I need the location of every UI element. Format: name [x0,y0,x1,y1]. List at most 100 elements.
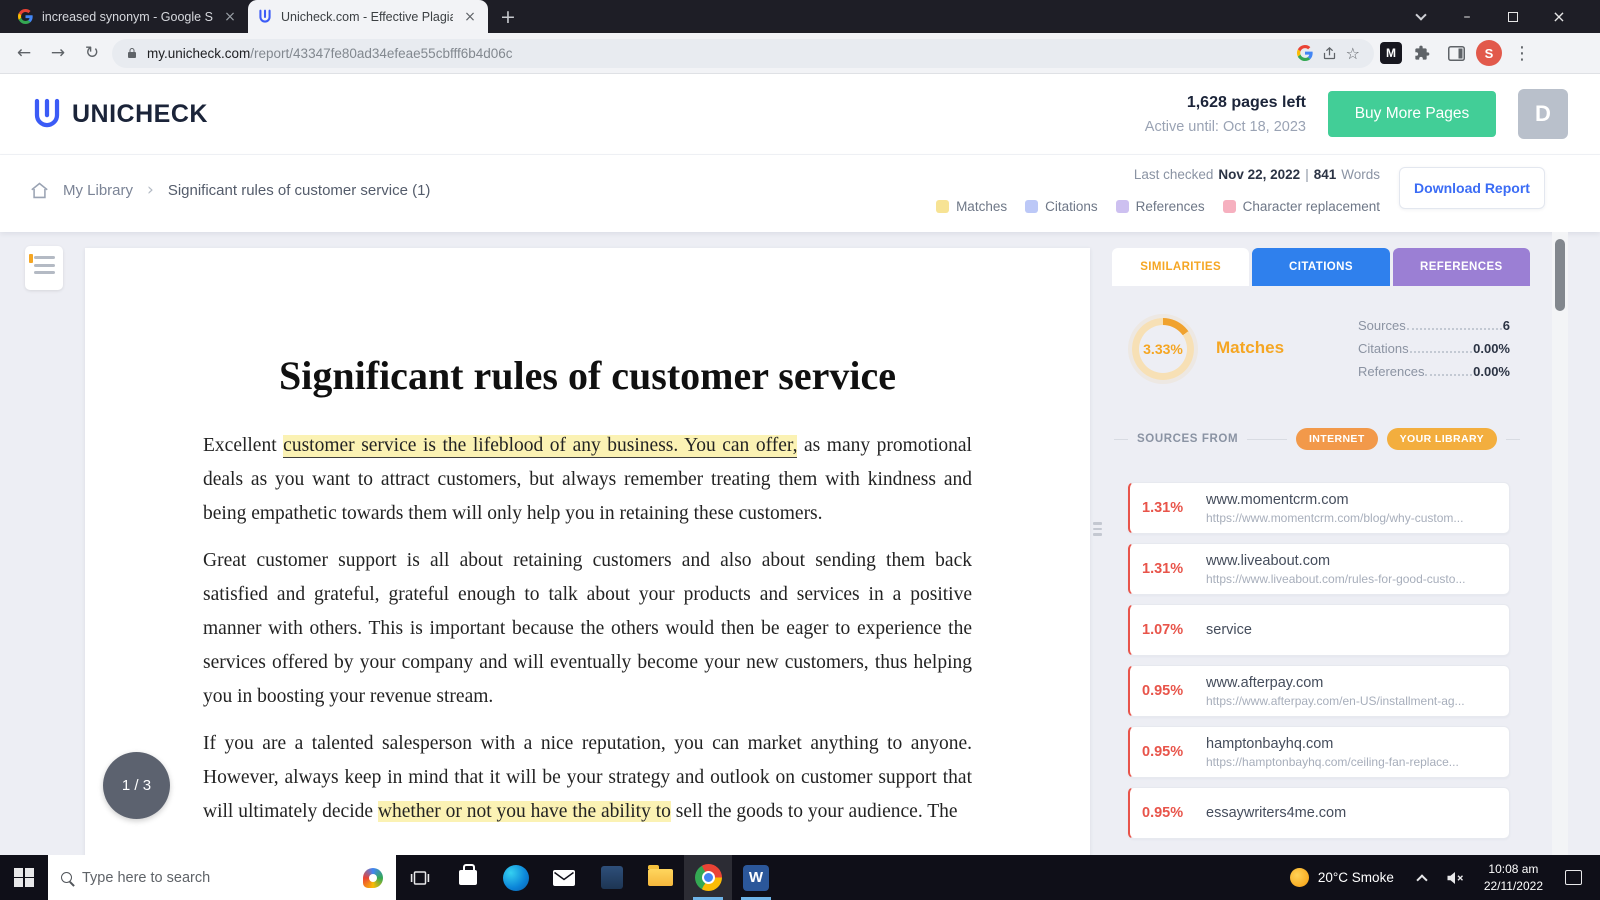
legend-character-replacement: Character replacement [1222,199,1380,214]
search-highlights-icon[interactable] [363,867,383,888]
browser-tab-unicheck[interactable]: Unicheck.com - Effective Plagiari [248,0,488,33]
unicheck-favicon-icon [258,9,272,25]
tray-expand-chevron-icon[interactable] [1416,873,1428,886]
stat-references: References 0.00% [1358,364,1510,379]
matched-text-highlight[interactable]: whether or not you have the ability to [377,801,671,822]
browser-toolbar: my.unicheck.com/report/43347fe80ad34efea… [0,33,1600,74]
matched-text-highlight[interactable]: customer service is the lifeblood of any… [283,435,798,458]
legend-matches: Matches [936,199,1007,214]
source-list: 1.31% www.momentcrm.com https://www.momen… [1128,482,1510,848]
source-item[interactable]: 1.31% www.liveabout.com https://www.livea… [1128,543,1510,595]
clock-widget[interactable]: 10:08 am 22/11/2022 [1474,861,1553,893]
source-url: https://www.afterpay.com/en-US/installme… [1206,693,1465,708]
weather-text: 20°C Smoke [1317,870,1394,885]
side-panel-icon[interactable] [1442,39,1470,67]
forward-button[interactable] [44,39,72,67]
browser-menu-icon[interactable] [1508,39,1536,67]
minimize-button[interactable] [1444,0,1490,33]
dotted-leader [1406,328,1502,330]
panel-resize-handle[interactable] [1093,522,1102,536]
source-domain: www.afterpay.com [1206,674,1324,691]
browser-tab-google-search[interactable]: increased synonym - Google Sea [8,0,248,33]
system-tray: 20°C Smoke 10:08 am 22/11/2022 [1278,855,1600,900]
share-icon[interactable] [1322,46,1337,61]
volume-muted-icon[interactable] [1438,871,1472,885]
extension-m-icon[interactable]: M [1380,42,1402,64]
report-header-bar: My Library › Significant rules of custom… [0,155,1600,232]
filter-your-library-button[interactable]: YOUR LIBRARY [1386,428,1497,450]
brand-name: UNICHECK [72,99,208,128]
legend-citations: Citations [1025,199,1098,214]
source-percent: 1.31% [1142,561,1184,577]
tab-close-icon[interactable] [222,9,238,25]
source-url: https://www.momentcrm.com/blog/why-custo… [1206,510,1464,525]
source-item[interactable]: 1.07% service [1128,604,1510,656]
stat-sources: Sources 6 [1358,318,1510,333]
taskbar-app-edge[interactable] [492,855,540,900]
chrome-icon [694,864,722,891]
source-url: https://www.liveabout.com/rules-for-good… [1206,571,1466,586]
back-button[interactable] [10,39,38,67]
google-account-icon[interactable] [1296,45,1313,61]
search-placeholder: Type here to search [82,869,211,886]
source-domain: www.liveabout.com [1206,552,1331,569]
tab-close-icon[interactable] [462,9,478,25]
highlight-legend: Matches Citations References Character r… [936,199,1380,214]
taskbar-app-mail[interactable] [540,855,588,900]
address-bar[interactable]: my.unicheck.com/report/43347fe80ad34efea… [112,38,1374,68]
taskbar-search-input[interactable]: Type here to search [48,855,396,900]
dotted-leader [1409,351,1473,353]
source-item[interactable]: 0.95% hamptonbayhq.com https://hamptonbay… [1128,726,1510,778]
taskbar-app-chrome[interactable] [684,855,732,900]
source-percent: 0.95% [1142,805,1184,821]
last-checked-date: Nov 22, 2022 [1218,167,1301,182]
source-item[interactable]: 0.95% essaywriters4me.com [1128,787,1510,839]
account-avatar[interactable]: D [1518,89,1568,139]
reload-button[interactable] [78,39,106,67]
filter-internet-button[interactable]: INTERNET [1295,428,1378,450]
maximize-button[interactable] [1490,0,1536,33]
scrollbar-thumb[interactable] [1555,239,1565,311]
legend-label: Matches [956,199,1008,214]
close-button[interactable] [1536,0,1582,33]
legend-label: Citations [1045,199,1098,214]
tab-similarities[interactable]: SIMILARITIES [1112,248,1250,286]
source-percent: 0.95% [1142,744,1184,760]
browser-profile-avatar[interactable]: S [1476,40,1502,66]
start-button[interactable] [0,855,48,900]
lock-icon[interactable] [126,46,138,60]
bookmark-star-icon[interactable] [1346,44,1360,63]
taskbar-app-store[interactable] [444,855,492,900]
tab-title: Unicheck.com - Effective Plagiari [281,9,453,24]
taskbar-app-word[interactable] [732,855,780,900]
download-report-button[interactable]: Download Report [1399,167,1545,209]
new-tab-button[interactable] [494,3,522,31]
task-view-button[interactable] [396,855,444,900]
weather-sun-icon [1289,868,1309,887]
action-center-icon[interactable] [1565,870,1582,885]
clock-time: 10:08 am [1488,862,1539,877]
unicheck-header: UNICHECK 1,628 pages left Active until: … [0,74,1600,155]
home-icon[interactable] [30,182,49,199]
document-title: Significant rules of customer service [279,353,896,398]
buy-more-pages-button[interactable]: Buy More Pages [1328,91,1496,137]
weather-widget[interactable]: 20°C Smoke [1278,868,1406,887]
unicheck-logo[interactable]: UNICHECK [32,98,208,131]
tab-search-button[interactable] [1398,0,1444,33]
breadcrumb-my-library[interactable]: My Library [63,182,133,199]
url-path: /report/43347fe80ad34efeae55cbfff6b4d06c [250,45,513,61]
tab-citations[interactable]: CITATIONS [1252,248,1390,286]
source-item[interactable]: 0.95% www.afterpay.com https://www.afterp… [1128,665,1510,717]
last-checked-label: Last checked [1133,167,1214,182]
page-thumbnails-toggle[interactable] [25,246,63,290]
document-paragraph: If you are a talented salesperson with a… [203,727,972,829]
taskbar-app-box[interactable] [588,855,636,900]
stat-value: 0.00% [1473,364,1510,379]
word-icon [743,864,769,891]
scrollbar[interactable] [1552,232,1568,855]
extensions-puzzle-icon[interactable] [1408,39,1436,67]
taskbar-app-file-explorer[interactable] [636,855,684,900]
source-item[interactable]: 1.31% www.momentcrm.com https://www.momen… [1128,482,1510,534]
tab-references[interactable]: REFERENCES [1392,248,1530,286]
screen: increased synonym - Google Sea Unicheck.… [0,0,1600,900]
